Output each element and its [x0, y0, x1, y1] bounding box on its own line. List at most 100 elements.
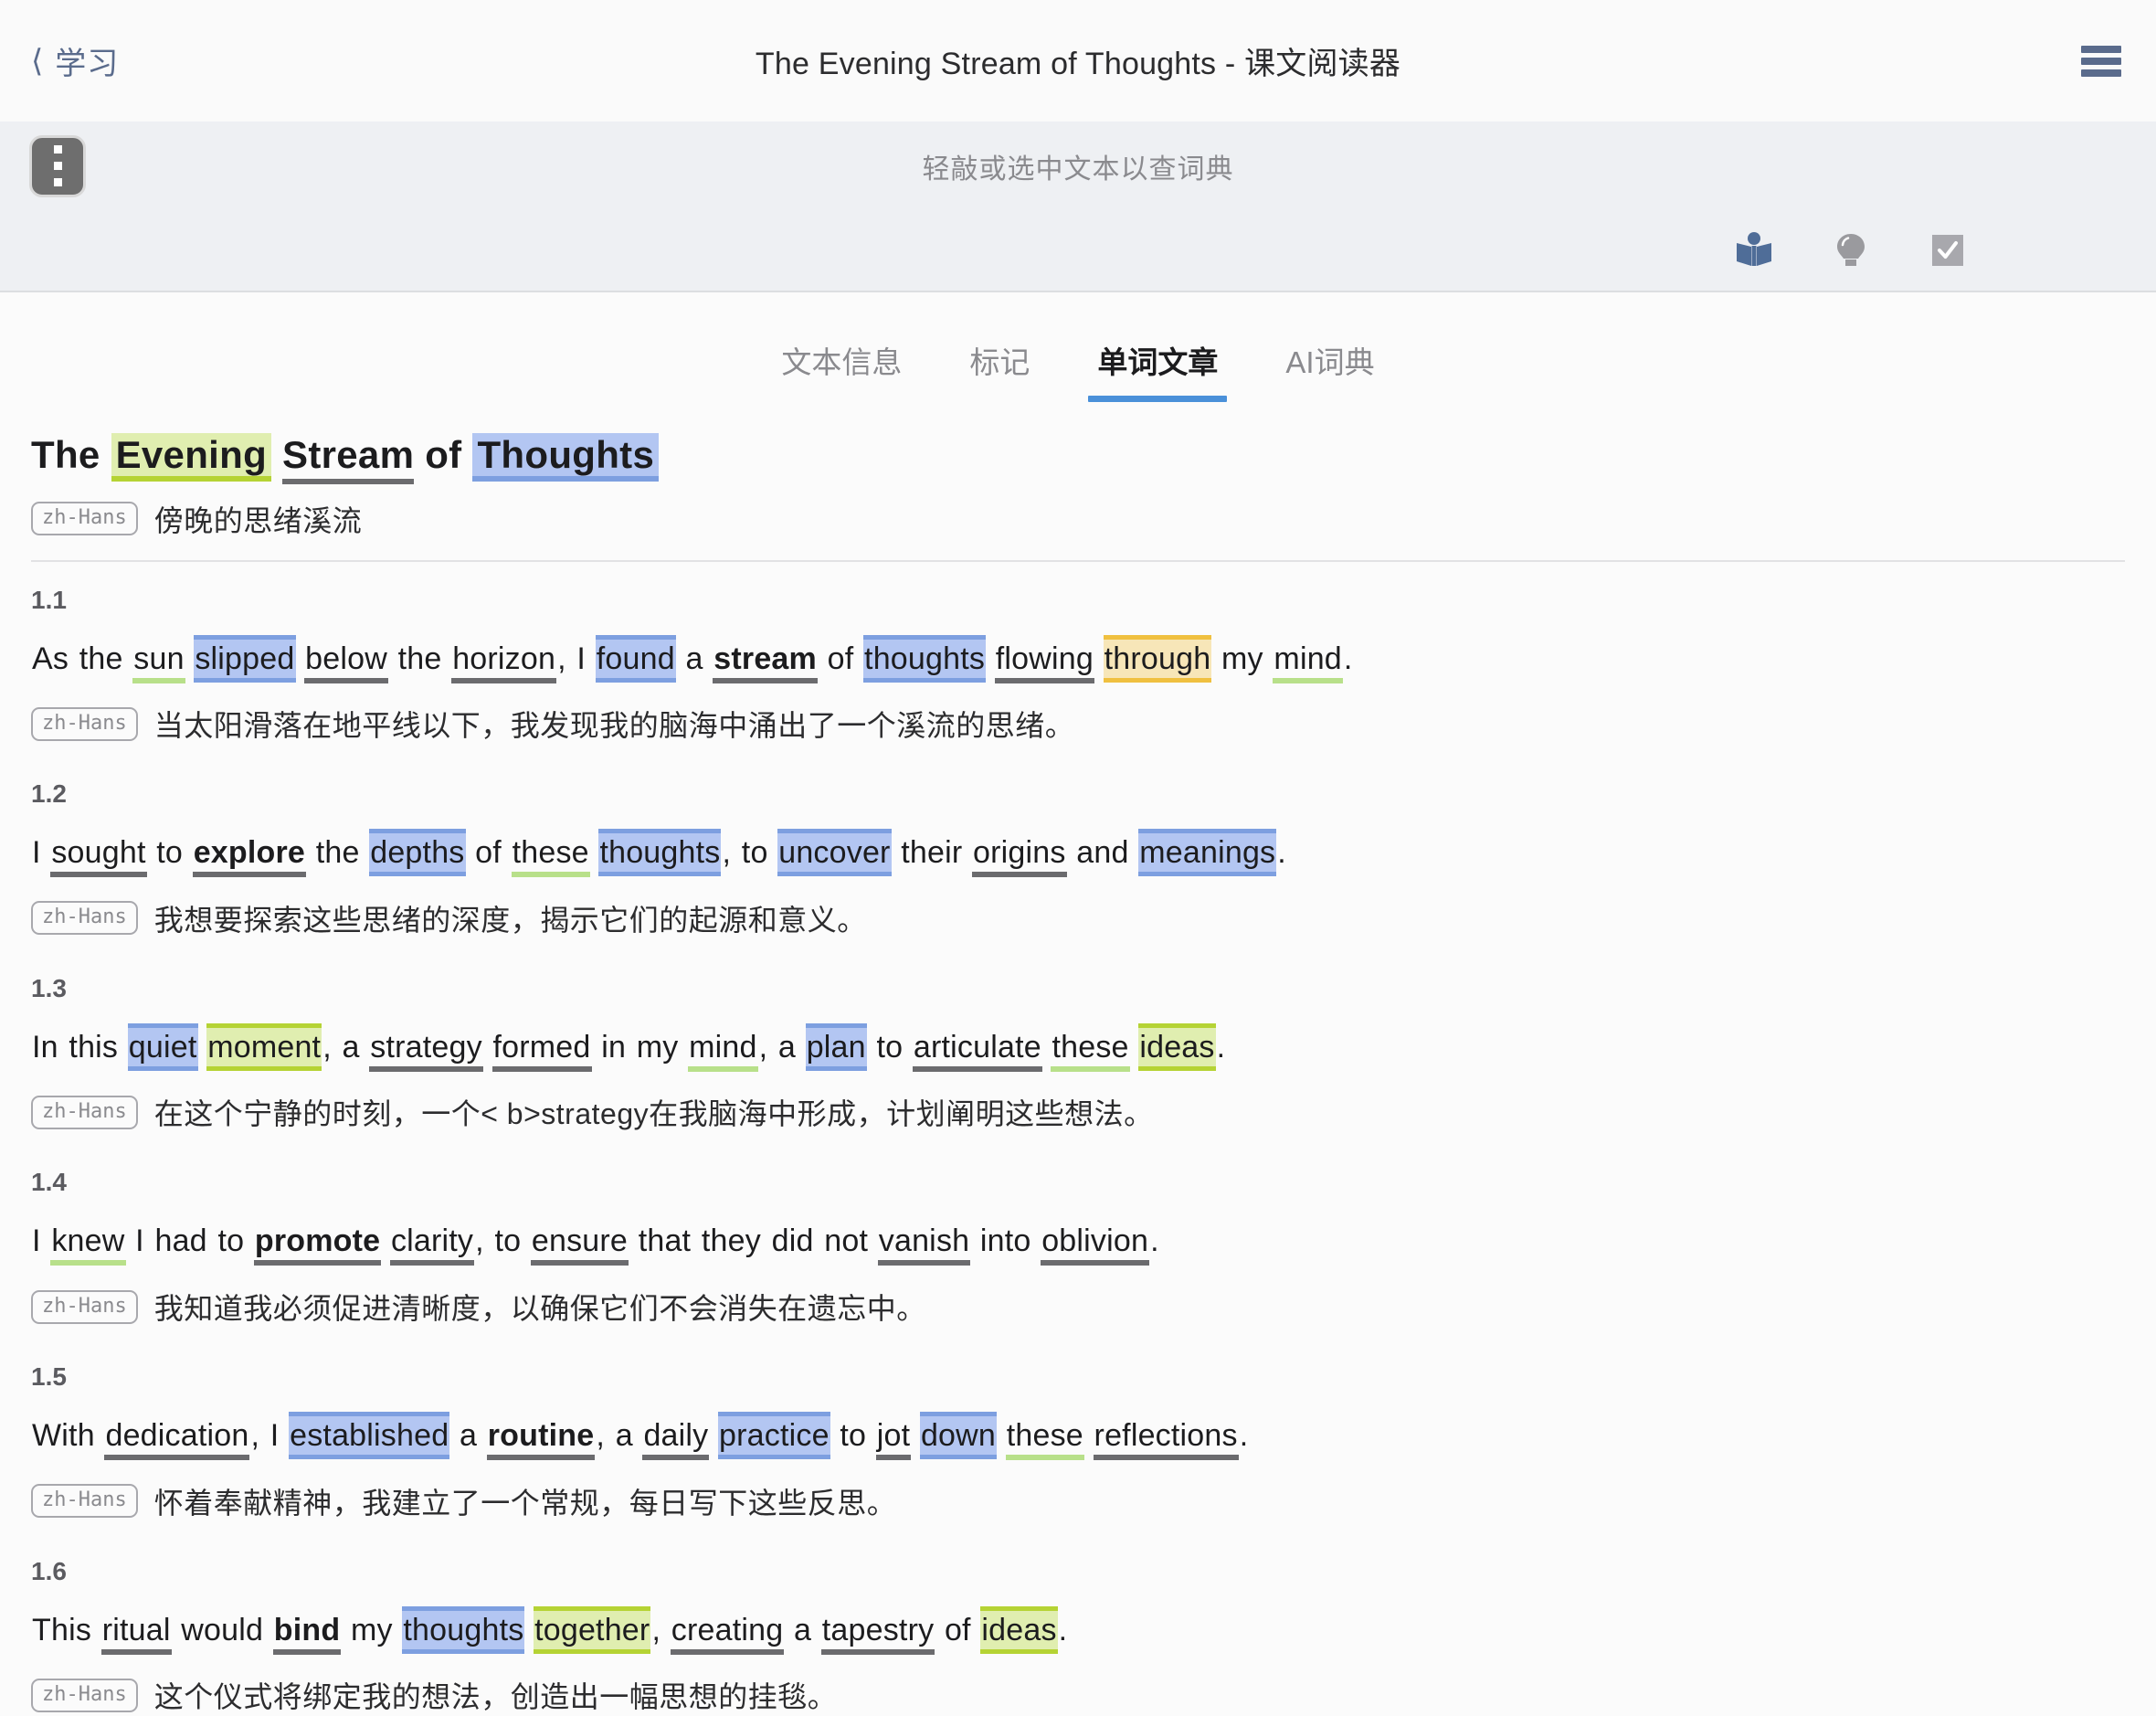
word-token[interactable]: ritual — [100, 1610, 172, 1655]
word-token[interactable]: promote — [253, 1222, 382, 1266]
word-token[interactable]: a — [684, 640, 703, 678]
word-token[interactable]: depths — [369, 829, 466, 877]
lightbulb-icon[interactable] — [1830, 229, 1872, 271]
word-token[interactable]: to — [741, 833, 769, 872]
title-word[interactable]: Thoughts — [472, 433, 660, 482]
word-token[interactable]: my — [636, 1028, 680, 1066]
word-token[interactable]: creating — [670, 1610, 785, 1655]
word-token[interactable]: With — [31, 1416, 96, 1455]
word-token[interactable]: to — [155, 833, 184, 872]
word-token[interactable]: stream — [713, 639, 818, 683]
word-token[interactable]: the — [315, 833, 361, 872]
word-token[interactable]: I — [31, 1222, 42, 1260]
word-token[interactable]: into — [979, 1222, 1032, 1260]
word-token[interactable]: the — [79, 640, 124, 678]
word-token[interactable]: I — [270, 1416, 280, 1455]
word-token[interactable]: to — [493, 1222, 522, 1260]
word-token[interactable]: meanings — [1138, 829, 1277, 877]
word-token[interactable]: sun — [132, 639, 185, 683]
tab-word-article[interactable]: 单词文章 — [1088, 338, 1228, 402]
word-token[interactable]: origins — [972, 833, 1067, 878]
word-token[interactable]: plan — [805, 1022, 867, 1071]
tab-ai-dictionary[interactable]: AI词典 — [1282, 338, 1378, 402]
word-token[interactable]: practice — [718, 1412, 830, 1460]
word-token[interactable]: a — [459, 1416, 478, 1455]
tab-marks[interactable]: 标记 — [966, 338, 1033, 402]
word-token[interactable]: strategy — [369, 1027, 483, 1072]
word-token[interactable]: and — [1075, 833, 1129, 872]
word-token[interactable]: below — [304, 639, 388, 683]
word-token[interactable]: mind — [1273, 639, 1343, 683]
word-token[interactable]: of — [827, 640, 855, 678]
word-token[interactable]: thoughts — [863, 634, 987, 683]
word-token[interactable]: I — [576, 640, 587, 678]
word-token[interactable]: found — [595, 634, 676, 683]
word-token[interactable]: vanish — [877, 1222, 971, 1266]
word-token[interactable]: explore — [192, 833, 307, 878]
word-token[interactable]: slipped — [194, 634, 296, 683]
word-token[interactable]: this — [68, 1028, 119, 1066]
word-token[interactable]: the — [397, 640, 443, 678]
word-token[interactable]: reflections — [1093, 1416, 1239, 1461]
word-token[interactable]: a — [777, 1028, 797, 1066]
word-token[interactable]: through — [1103, 634, 1212, 683]
word-token[interactable]: moment — [206, 1022, 322, 1071]
open-book-icon[interactable] — [1733, 229, 1775, 271]
tab-text-info[interactable]: 文本信息 — [777, 338, 905, 402]
word-token[interactable]: bind — [272, 1610, 342, 1655]
word-token[interactable]: tapestry — [820, 1610, 935, 1655]
word-token[interactable]: In — [31, 1028, 59, 1066]
word-token[interactable]: formed — [491, 1027, 592, 1072]
word-token[interactable]: ideas — [980, 1605, 1058, 1654]
word-token[interactable]: my — [1221, 640, 1264, 678]
word-token[interactable]: thoughts — [402, 1605, 525, 1654]
word-token[interactable]: of — [474, 833, 502, 872]
word-token[interactable]: established — [289, 1412, 450, 1460]
word-token[interactable]: ensure — [530, 1222, 629, 1266]
word-token[interactable]: a — [615, 1416, 634, 1455]
word-token[interactable]: that — [638, 1222, 692, 1260]
word-token[interactable]: mind — [688, 1027, 758, 1072]
word-token[interactable]: This — [31, 1611, 92, 1649]
checkbox-checked-icon[interactable] — [1927, 229, 1969, 271]
word-token[interactable]: these — [1005, 1416, 1084, 1461]
word-token[interactable]: in — [600, 1028, 627, 1066]
word-token[interactable]: jot — [875, 1416, 912, 1461]
word-token[interactable]: to — [875, 1028, 904, 1066]
word-token[interactable]: had — [153, 1222, 207, 1260]
word-token[interactable]: sought — [50, 833, 147, 878]
title-word[interactable]: of — [425, 433, 461, 476]
word-token[interactable]: a — [793, 1611, 812, 1649]
word-token[interactable]: routine — [486, 1416, 596, 1461]
word-token[interactable]: uncover — [777, 829, 892, 877]
word-token[interactable]: clarity — [389, 1222, 475, 1266]
word-token[interactable]: did — [771, 1222, 815, 1260]
word-token[interactable]: not — [823, 1222, 869, 1260]
word-token[interactable]: would — [180, 1611, 264, 1649]
kebab-menu-icon[interactable] — [29, 134, 86, 197]
word-token[interactable]: to — [839, 1416, 867, 1455]
title-word[interactable]: Stream — [282, 433, 415, 484]
word-token[interactable]: a — [342, 1028, 361, 1066]
word-token[interactable]: these — [1051, 1027, 1130, 1072]
word-token[interactable]: I — [134, 1222, 145, 1260]
word-token[interactable]: oblivion — [1041, 1222, 1150, 1266]
title-word[interactable]: Evening — [111, 433, 272, 482]
word-token[interactable]: daily — [642, 1416, 710, 1461]
word-token[interactable]: of — [944, 1611, 972, 1649]
word-token[interactable]: down — [919, 1412, 998, 1460]
word-token[interactable]: together — [534, 1605, 651, 1654]
word-token[interactable]: thoughts — [598, 829, 722, 877]
word-token[interactable]: quiet — [127, 1022, 198, 1071]
word-token[interactable]: knew — [50, 1222, 126, 1266]
word-token[interactable]: flowing — [994, 639, 1094, 683]
word-token[interactable]: dedication — [104, 1416, 250, 1461]
word-token[interactable]: these — [511, 833, 590, 878]
word-token[interactable]: ideas — [1138, 1022, 1216, 1071]
word-token[interactable]: As — [31, 640, 69, 678]
word-token[interactable]: my — [350, 1611, 394, 1649]
title-word[interactable]: The — [31, 433, 100, 476]
back-button[interactable]: ⟨ 学习 — [31, 38, 119, 83]
word-token[interactable]: I — [31, 833, 42, 872]
hamburger-menu-icon[interactable] — [2081, 45, 2121, 77]
